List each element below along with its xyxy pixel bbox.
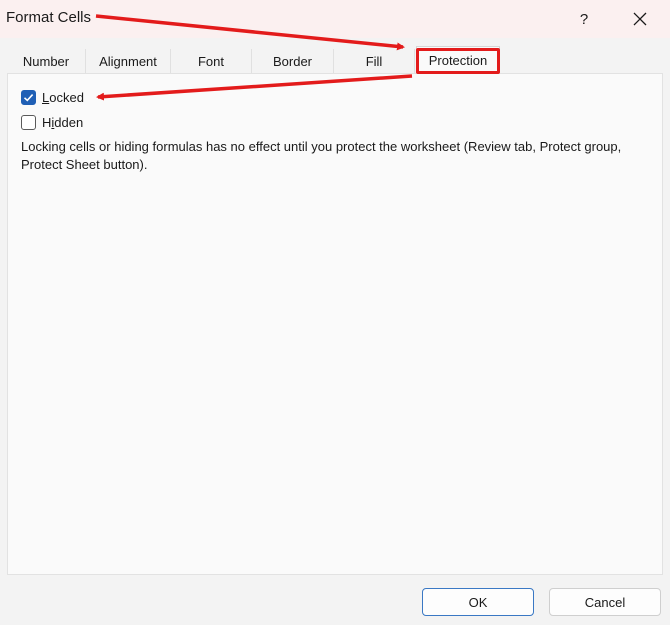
locked-label: Locked xyxy=(42,90,84,105)
locked-option[interactable]: Locked xyxy=(21,90,84,105)
checkmark-icon xyxy=(23,94,34,102)
help-button[interactable]: ? xyxy=(570,6,598,32)
dialog-title: Format Cells xyxy=(6,9,92,26)
locked-checkbox[interactable] xyxy=(21,90,36,105)
close-icon xyxy=(633,12,647,26)
tab-font[interactable]: Font xyxy=(171,49,252,74)
tab-strip: Number Alignment Font Border Fill Protec… xyxy=(7,46,663,74)
ok-button[interactable]: OK xyxy=(422,588,534,616)
close-button[interactable] xyxy=(626,6,654,32)
hidden-label: Hidden xyxy=(42,115,84,130)
tab-number[interactable]: Number xyxy=(7,49,86,74)
tab-border[interactable]: Border xyxy=(252,49,334,74)
protection-description: Locking cells or hiding formulas has no … xyxy=(21,139,622,172)
hidden-checkbox[interactable] xyxy=(21,115,36,130)
tab-protection-label: Protection xyxy=(428,53,488,68)
cancel-button[interactable]: Cancel xyxy=(549,588,661,616)
tab-alignment[interactable]: Alignment xyxy=(86,49,171,74)
tab-font-label: Font xyxy=(197,54,224,69)
tab-border-label: Border xyxy=(272,54,313,69)
tab-alignment-label: Alignment xyxy=(99,54,157,69)
tab-fill-label: Fill xyxy=(365,54,383,69)
hidden-option[interactable]: Hidden xyxy=(21,115,83,130)
title-bar: Format Cells ? xyxy=(0,0,670,38)
tab-fill[interactable]: Fill xyxy=(334,49,415,74)
tab-number-label: Number xyxy=(22,54,70,69)
protection-panel: Locked Hidden Locking cells or hiding fo… xyxy=(7,73,663,575)
help-label: ? xyxy=(579,10,589,28)
tab-protection[interactable]: Protection xyxy=(416,46,500,74)
